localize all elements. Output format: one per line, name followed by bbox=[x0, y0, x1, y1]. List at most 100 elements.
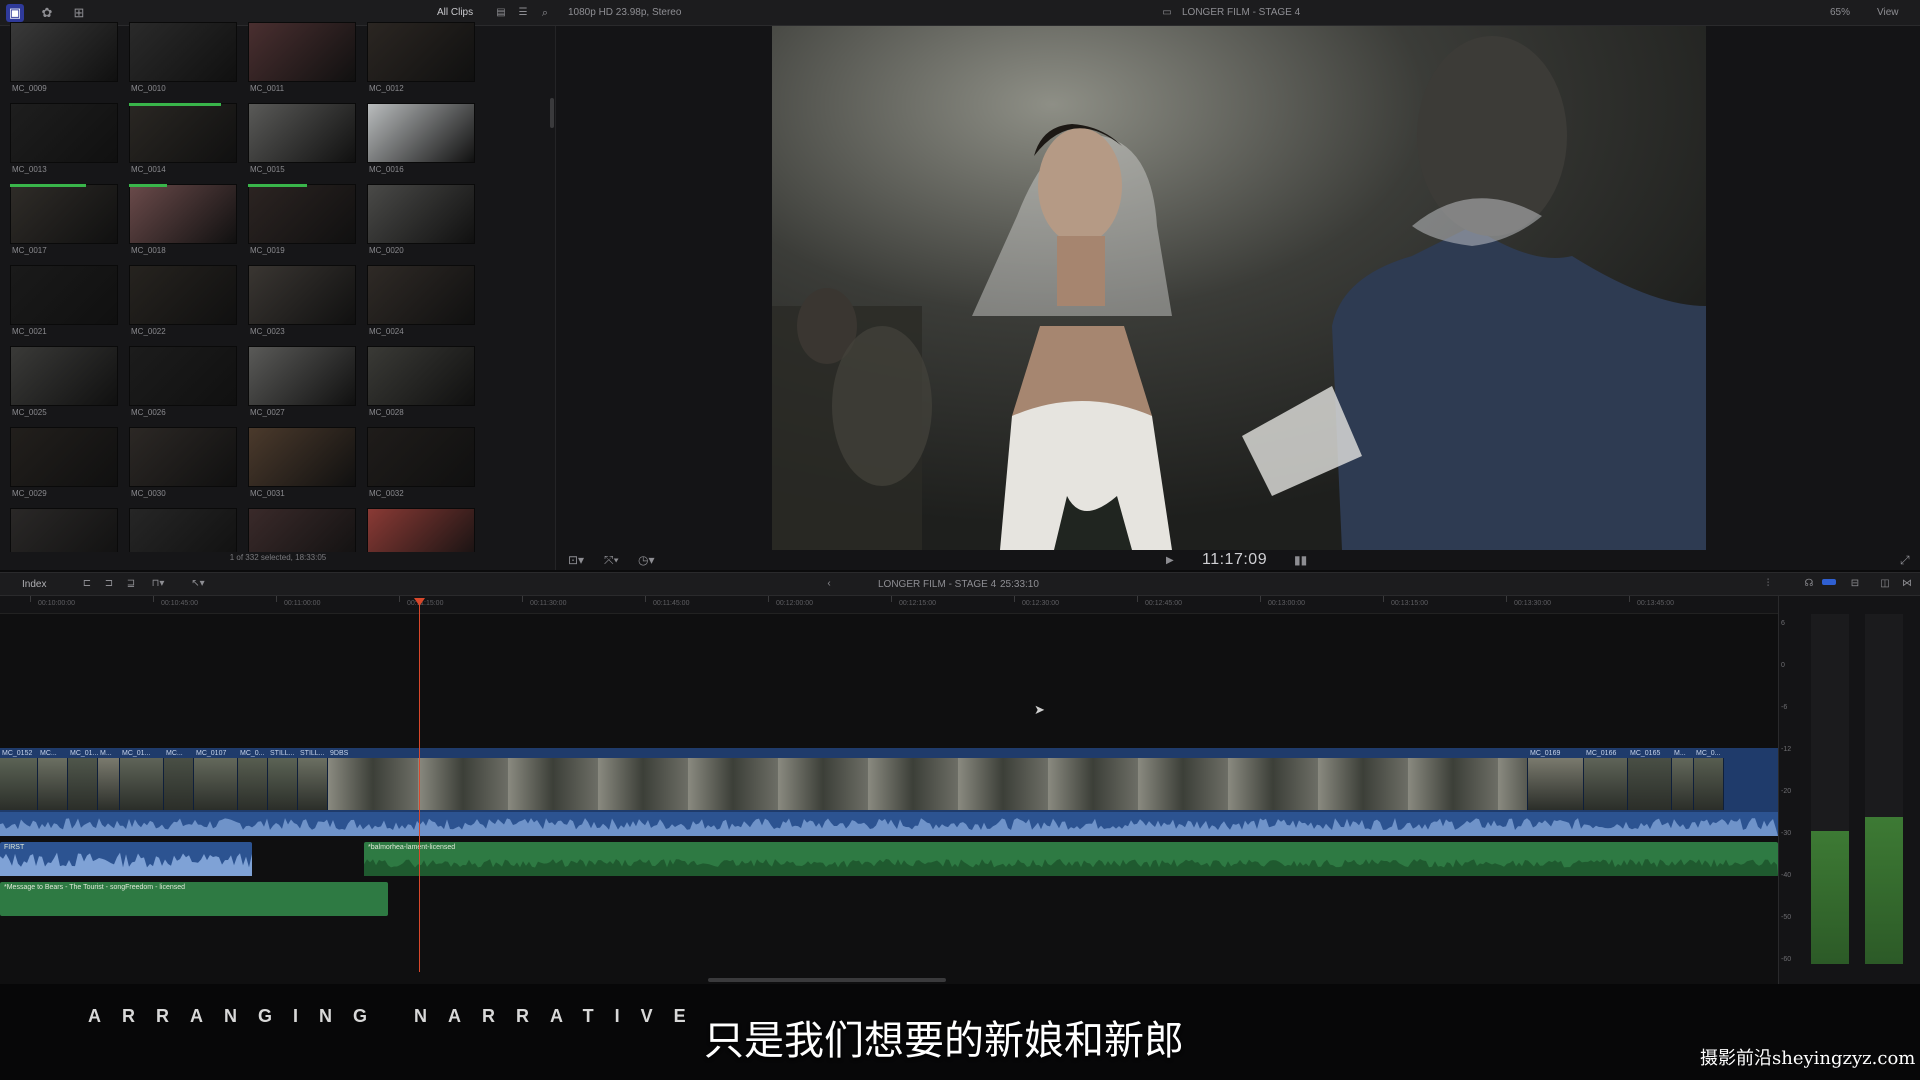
clip-thumbnail[interactable]: MC_0026 bbox=[129, 346, 237, 424]
clip-thumbnail[interactable]: MC_0018 bbox=[129, 184, 237, 262]
music-clip-first[interactable]: FIRST bbox=[0, 842, 252, 876]
clip-thumbnail[interactable]: MC_0025 bbox=[10, 346, 118, 424]
clip-name: MC_0009 bbox=[12, 84, 47, 93]
clip-thumbnail[interactable]: MC_0031 bbox=[248, 427, 356, 505]
library-icon[interactable]: ▣ bbox=[6, 4, 24, 22]
play-icon[interactable]: ▶ bbox=[1166, 555, 1174, 566]
clip-thumbnail[interactable]: MC_0022 bbox=[129, 265, 237, 343]
video-clip[interactable] bbox=[328, 758, 1528, 810]
view-dropdown[interactable]: View bbox=[1877, 5, 1899, 21]
transitions-icon[interactable]: ⋈ bbox=[1900, 575, 1914, 593]
video-title-overlay: ARRANGING NARRATIVE bbox=[88, 1006, 707, 1026]
timecode-display[interactable]: 11:17:09 bbox=[1202, 551, 1267, 569]
storyline-audio[interactable] bbox=[0, 812, 1778, 836]
meter-scale-label: -60 bbox=[1781, 956, 1792, 963]
video-clip[interactable] bbox=[68, 758, 98, 810]
clip-thumbnail[interactable]: MC_0010 bbox=[129, 22, 237, 100]
clip-name: MC_0022 bbox=[131, 327, 166, 336]
ruler-tick bbox=[1629, 596, 1630, 602]
video-clip[interactable] bbox=[1528, 758, 1584, 810]
clip-thumbnail-image bbox=[129, 346, 237, 406]
clip-thumbnail[interactable]: MC_0017 bbox=[10, 184, 118, 262]
clip-name: MC_0018 bbox=[131, 246, 166, 255]
clip-thumbnail[interactable]: MC_0032 bbox=[367, 427, 475, 505]
speed-icon[interactable]: ◷▾ bbox=[638, 553, 655, 567]
back-icon[interactable]: ‹ bbox=[824, 575, 834, 593]
fullscreen-icon[interactable]: ⤢ bbox=[1900, 553, 1910, 568]
video-clip[interactable] bbox=[1628, 758, 1672, 810]
ruler-label: 00:12:45:00 bbox=[1145, 600, 1182, 607]
clip-name: MC_0025 bbox=[12, 408, 47, 417]
video-clip[interactable] bbox=[38, 758, 68, 810]
clip-thumbnail[interactable]: MC_0029 bbox=[10, 427, 118, 505]
timeline-scrollbar[interactable] bbox=[708, 978, 946, 982]
clip-thumbnail[interactable] bbox=[248, 508, 356, 552]
video-clip[interactable] bbox=[120, 758, 164, 810]
playhead[interactable] bbox=[419, 598, 420, 972]
video-clip[interactable] bbox=[1694, 758, 1724, 810]
clip-thumbnail[interactable] bbox=[10, 508, 118, 552]
clip-thumbnail[interactable]: MC_0021 bbox=[10, 265, 118, 343]
video-clip[interactable] bbox=[1584, 758, 1628, 810]
video-clip[interactable] bbox=[98, 758, 120, 810]
clip-thumbnail[interactable] bbox=[367, 508, 475, 552]
transform-icon[interactable]: ⤧▾ bbox=[604, 553, 619, 568]
clip-thumbnail[interactable]: MC_0013 bbox=[10, 103, 118, 181]
zoom-dropdown[interactable]: 65% bbox=[1830, 5, 1850, 21]
list-view-icon[interactable]: ☰ bbox=[516, 4, 530, 22]
append-icon[interactable]: ⊒ bbox=[124, 575, 138, 593]
video-clip[interactable] bbox=[268, 758, 298, 810]
clip-thumbnail[interactable]: MC_0014 bbox=[129, 103, 237, 181]
search-icon[interactable]: ⌕ bbox=[538, 4, 552, 22]
video-clip-label: STILL... bbox=[300, 750, 325, 757]
clip-thumbnail[interactable]: MC_0028 bbox=[367, 346, 475, 424]
video-clip-label: MC... bbox=[166, 750, 183, 757]
clip-thumbnail[interactable]: MC_0019 bbox=[248, 184, 356, 262]
clip-thumbnail-image bbox=[10, 508, 118, 552]
project-icon: ▭ bbox=[1162, 7, 1172, 18]
clip-thumbnail[interactable]: MC_0012 bbox=[367, 22, 475, 100]
clip-thumbnail[interactable]: MC_0030 bbox=[129, 427, 237, 505]
clip-thumbnail[interactable]: MC_0020 bbox=[367, 184, 475, 262]
clip-name: MC_0021 bbox=[12, 327, 47, 336]
view-options-icon[interactable]: ⊡▾ bbox=[568, 553, 584, 567]
clip-name: MC_0010 bbox=[131, 84, 166, 93]
clip-thumbnail[interactable]: MC_0009 bbox=[10, 22, 118, 100]
video-clip[interactable] bbox=[164, 758, 194, 810]
effects-icon[interactable]: ◫ bbox=[1878, 575, 1892, 593]
snapping-icon[interactable] bbox=[1822, 579, 1836, 585]
browser-scrollbar[interactable] bbox=[550, 98, 554, 128]
insert-icon[interactable]: ⊐ bbox=[102, 575, 116, 593]
titles-icon[interactable]: ⊞ bbox=[70, 4, 88, 22]
clip-thumbnail[interactable]: MC_0027 bbox=[248, 346, 356, 424]
clip-thumbnail[interactable] bbox=[129, 508, 237, 552]
clip-thumbnail[interactable]: MC_0011 bbox=[248, 22, 356, 100]
clip-name: MC_0015 bbox=[250, 165, 285, 174]
clip-thumbnail[interactable]: MC_0024 bbox=[367, 265, 475, 343]
clip-appearance-icon[interactable]: ⊟ bbox=[1848, 575, 1862, 593]
photos-icon[interactable]: ✿ bbox=[38, 4, 56, 22]
ruler-tick bbox=[153, 596, 154, 602]
clip-filter-dropdown[interactable]: All Clips bbox=[437, 5, 473, 21]
filmstrip-icon[interactable]: ▤ bbox=[494, 4, 508, 22]
overwrite-icon[interactable]: ⊓▾ bbox=[146, 575, 170, 593]
video-clip[interactable] bbox=[298, 758, 328, 810]
headphones-icon[interactable]: ☊ bbox=[1802, 575, 1816, 593]
music-clip-balmorhea[interactable]: *balmorhea-lament-licensed bbox=[364, 842, 1778, 876]
video-clip[interactable] bbox=[0, 758, 38, 810]
clip-thumbnail[interactable]: MC_0015 bbox=[248, 103, 356, 181]
select-tool-icon[interactable]: ↖▾ bbox=[186, 575, 210, 593]
video-clip[interactable] bbox=[194, 758, 238, 810]
video-clip[interactable] bbox=[238, 758, 268, 810]
music-clip-message-to-bears[interactable]: *Message to Bears - The Tourist - songFr… bbox=[0, 882, 388, 916]
timeline-header: Index ⊏ ⊐ ⊒ ⊓▾ ↖▾ ‹ LONGER FILM - STAGE … bbox=[0, 572, 1920, 596]
skimming-icon[interactable]: ⫶ bbox=[1760, 575, 1776, 593]
clip-thumbnail[interactable]: MC_0023 bbox=[248, 265, 356, 343]
meter-right-level bbox=[1865, 817, 1903, 964]
index-button[interactable]: Index bbox=[22, 577, 46, 593]
video-clip[interactable] bbox=[1672, 758, 1694, 810]
clip-name: MC_0032 bbox=[369, 489, 404, 498]
clip-thumbnail[interactable]: MC_0016 bbox=[367, 103, 475, 181]
connect-icon[interactable]: ⊏ bbox=[80, 575, 94, 593]
timeline-ruler[interactable]: 00:10:00:00 00:10:45:00 00:11:00:00 00:11:1… bbox=[0, 596, 1778, 614]
